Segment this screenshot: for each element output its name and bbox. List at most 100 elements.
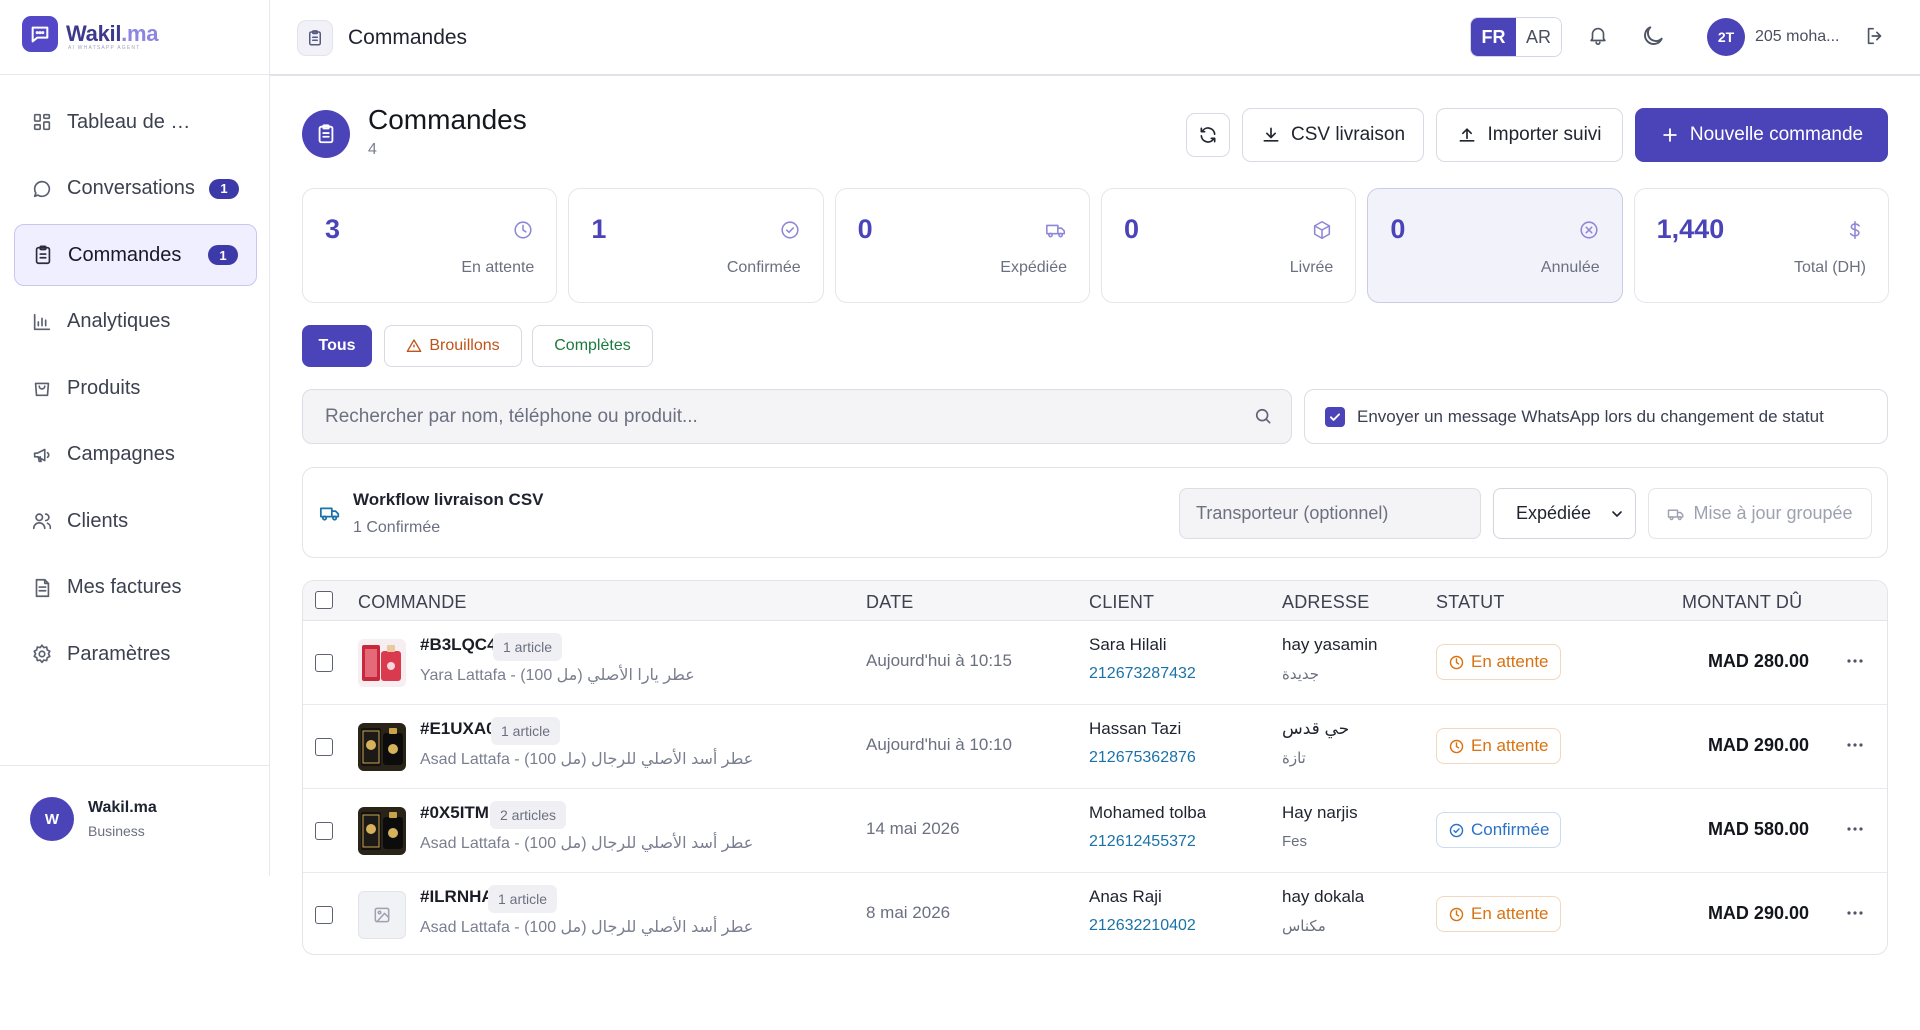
amount-due: MAD 290.00	[1707, 735, 1809, 755]
stat-card[interactable]: 0 Expédiée	[834, 188, 1090, 303]
table-row[interactable]: #E1UXA0E0 1 article Asad Lattafa - (100 مل…	[303, 705, 1887, 789]
carrier-input[interactable]	[1180, 489, 1480, 538]
client-phone-link[interactable]: 212632210402	[1089, 917, 1196, 935]
table-row[interactable]: #ILRNHAK8 1 article Asad Lattafa - (100 مل…	[303, 873, 1887, 954]
import-tracking-label: Importer suivi	[1487, 124, 1602, 145]
address-line: hay yasamin	[1282, 635, 1378, 654]
address-city: Fes	[1282, 833, 1308, 850]
status-badge[interactable]: En attente	[1436, 644, 1561, 680]
product-name: Asad Lattafa - (100 مل) عطر أسد الأصلي ل…	[420, 751, 754, 768]
more-options-icon[interactable]	[1843, 817, 1867, 841]
bell-icon[interactable]	[1587, 24, 1615, 52]
sidebar-item-label: Paramètres	[67, 642, 171, 665]
user-name: 205 moha...	[1755, 28, 1840, 45]
stat-card[interactable]: 1 Confirmée	[568, 188, 824, 303]
stat-label: Confirmée	[726, 259, 801, 276]
table-row[interactable]: #B3LQC42T 1 article Yara Lattafa - (100 مل…	[303, 621, 1887, 705]
client-phone-link[interactable]: 212673287432	[1089, 665, 1196, 683]
sidebar-item-products[interactable]: Produits	[14, 357, 257, 419]
column-header[interactable]: COMMANDE	[358, 592, 467, 613]
chat-logo-icon	[22, 16, 58, 52]
account-card[interactable]: W Wakil.ma Business	[30, 797, 157, 841]
column-header[interactable]: DATE	[866, 592, 913, 613]
lang-ar-button[interactable]: AR	[1516, 18, 1561, 56]
bag-icon	[31, 377, 53, 399]
status-badge[interactable]: En attente	[1436, 896, 1561, 932]
dollar-icon	[1844, 219, 1866, 241]
invoice-icon	[31, 577, 53, 599]
workflow-title: Workflow livraison CSV	[353, 490, 544, 509]
filter-all-tab[interactable]: Tous	[302, 325, 372, 367]
stat-label: Expédiée	[1000, 259, 1067, 276]
column-header[interactable]: CLIENT	[1089, 592, 1154, 613]
brand-logo-link[interactable]: Wakil.ma AI WHATSAPP AGENT	[22, 16, 158, 52]
address-line: حي قدس	[1282, 719, 1350, 738]
sidebar-item-dashboard[interactable]: Tableau de bord	[14, 91, 257, 153]
select-all-checkbox[interactable]	[315, 591, 333, 609]
stat-card[interactable]: 1,440 Total (DH)	[1633, 188, 1889, 303]
moon-icon[interactable]	[1640, 23, 1668, 51]
sidebar-item-settings[interactable]: Paramètres	[14, 623, 257, 685]
target-status-select[interactable]: Expédiée	[1493, 488, 1636, 539]
column-header[interactable]: MONTANT DÛ	[1682, 592, 1802, 613]
stat-card[interactable]: 0 Annulée	[1367, 188, 1623, 303]
sidebar-item-campaigns[interactable]: Campagnes	[14, 424, 257, 486]
import-tracking-button[interactable]: Importer suivi	[1436, 108, 1623, 162]
stat-value: 0	[857, 214, 873, 244]
sidebar-item-clients[interactable]: Clients	[14, 490, 257, 552]
search-icon[interactable]	[1253, 406, 1275, 428]
search-box	[302, 389, 1292, 444]
more-options-icon[interactable]	[1843, 649, 1867, 673]
sidebar-item-conversations[interactable]: Conversations 1	[14, 158, 257, 220]
search-input[interactable]	[325, 390, 1225, 443]
sidebar-item-invoices[interactable]: Mes factures	[14, 557, 257, 619]
row-checkbox[interactable]	[315, 822, 333, 840]
client-phone-link[interactable]: 212675362876	[1089, 749, 1196, 767]
product-name: Asad Lattafa - (100 مل) عطر أسد الأصلي ل…	[420, 835, 754, 852]
upload-icon	[1459, 128, 1475, 142]
filter-complete-tab[interactable]: Complètes	[532, 325, 653, 367]
client-name: Sara Hilali	[1089, 635, 1167, 654]
clipboard-icon	[32, 244, 54, 266]
clock-icon	[1448, 738, 1465, 755]
sidebar-item-label: Produits	[67, 376, 141, 399]
notify-checkbox[interactable]	[1325, 406, 1345, 427]
row-checkbox[interactable]	[315, 906, 333, 924]
sidebar-item-analytics[interactable]: Analytiques	[14, 291, 257, 353]
user-menu[interactable]: 2T 205 moha...	[1707, 18, 1840, 56]
new-order-button[interactable]: Nouvelle commande	[1635, 108, 1888, 162]
status-badge[interactable]: En attente	[1436, 728, 1561, 764]
target-status-value: Expédiée	[1516, 503, 1592, 523]
column-header[interactable]: STATUT	[1436, 592, 1505, 613]
row-checkbox[interactable]	[315, 738, 333, 756]
stat-card[interactable]: 3 En attente	[302, 188, 558, 303]
account-name: Wakil.ma	[88, 799, 157, 816]
csv-delivery-button[interactable]: CSV livraison	[1242, 108, 1424, 162]
check-circle-icon	[1448, 822, 1465, 839]
truck-icon	[1668, 509, 1684, 520]
image-placeholder-icon	[358, 891, 406, 939]
table-row[interactable]: #0X5ITMH6 2 articles Asad Lattafa - (100 م…	[303, 789, 1887, 873]
sidebar-item-orders[interactable]: Commandes 1	[14, 224, 257, 286]
clock-icon	[512, 219, 534, 241]
filter-drafts-tab[interactable]: Brouillons	[384, 325, 522, 367]
stat-card[interactable]: 0 Livrée	[1100, 188, 1357, 303]
refresh-button[interactable]	[1186, 113, 1230, 157]
stats-row: 3 En attente 1 Confirmée 0 Expédiée 0 Livrée 0 An…	[302, 188, 1889, 303]
column-header[interactable]: ADRESSE	[1282, 592, 1369, 613]
order-date: Aujourd'hui à 10:15	[866, 651, 1012, 670]
status-badge[interactable]: Confirmée	[1436, 812, 1562, 848]
row-checkbox[interactable]	[315, 654, 333, 672]
check-circle-icon	[779, 219, 801, 241]
bulk-update-button[interactable]: Mise à jour groupée	[1648, 488, 1872, 539]
workflow-subtitle: 1 Confirmée	[353, 519, 441, 536]
lang-fr-button[interactable]: FR	[1471, 18, 1516, 56]
client-phone-link[interactable]: 212612455372	[1089, 833, 1196, 851]
more-options-icon[interactable]	[1843, 901, 1867, 925]
stat-value: 3	[325, 214, 341, 244]
whatsapp-notify-toggle[interactable]: Envoyer un message WhatsApp lors du chan…	[1304, 389, 1888, 444]
more-options-icon[interactable]	[1843, 733, 1867, 757]
address-line: hay dokala	[1282, 887, 1365, 906]
carrier-field	[1179, 488, 1481, 539]
logout-icon[interactable]	[1864, 25, 1892, 53]
